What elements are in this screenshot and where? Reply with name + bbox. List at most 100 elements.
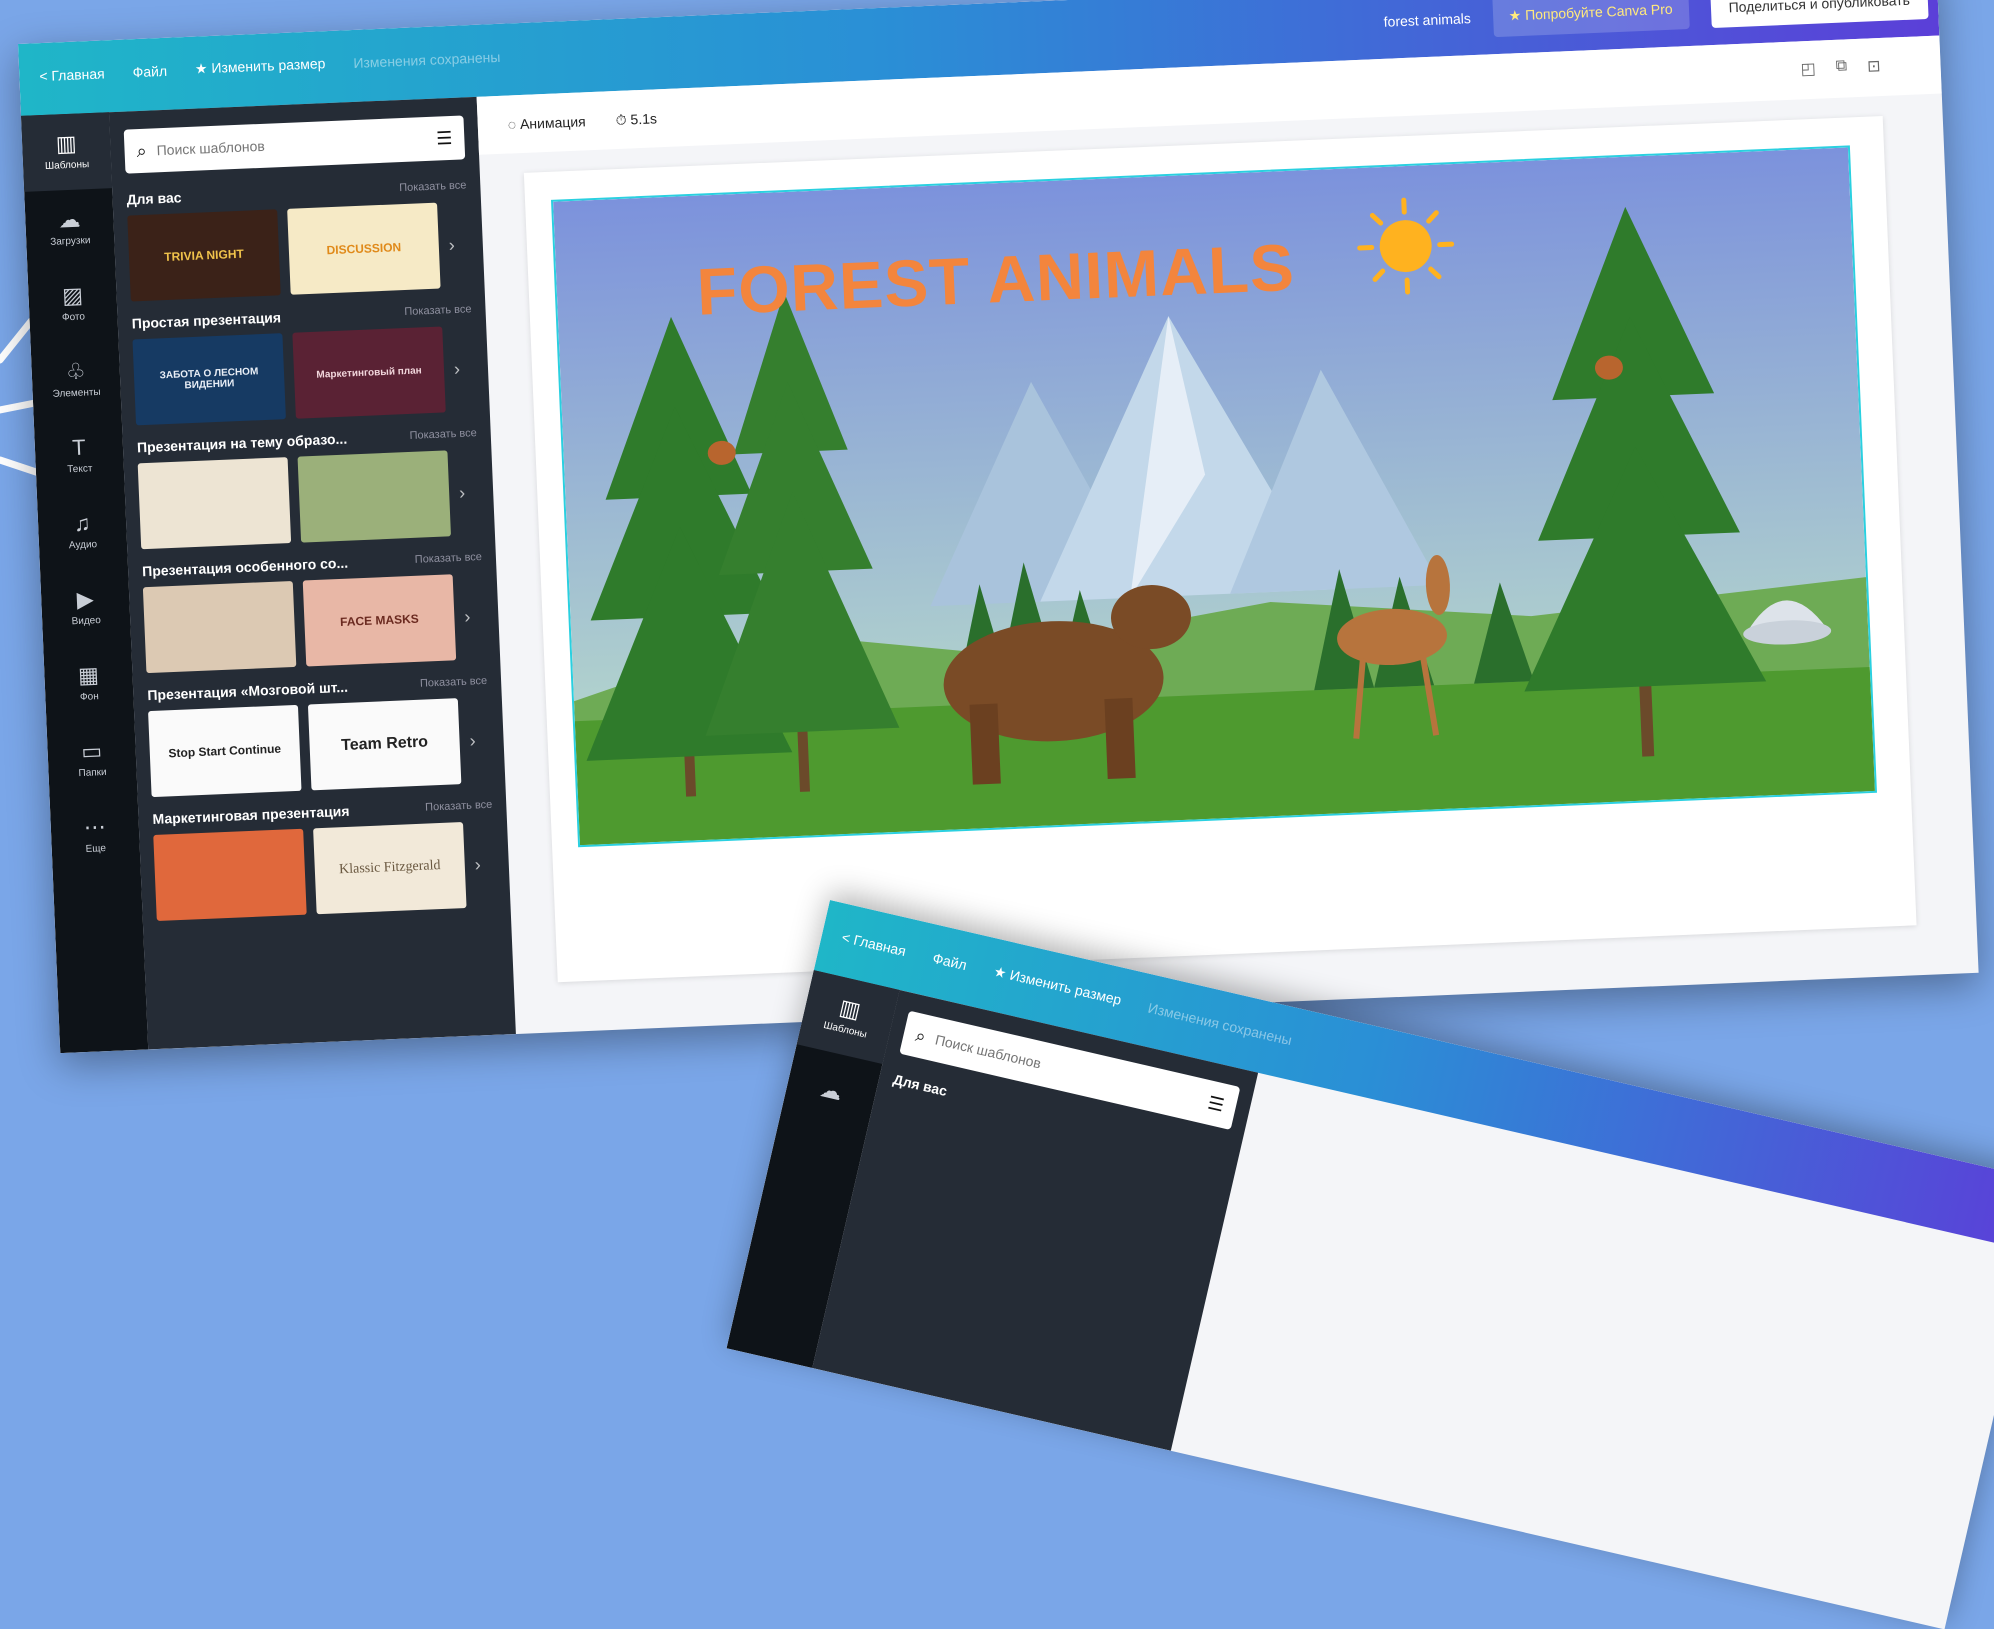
section-title: Презентация на тему образо...: [136, 430, 348, 456]
template-thumb[interactable]: Team Retro: [307, 698, 462, 791]
animation-icon: ◌: [507, 116, 517, 133]
rail-item-elements[interactable]: ♧ Элементы: [31, 340, 122, 420]
rail-item-uploads[interactable]: ☁ Загрузки: [24, 188, 115, 268]
template-thumb[interactable]: [153, 828, 307, 921]
rail-item-video[interactable]: ▶ Видео: [40, 568, 131, 648]
rail-item-audio[interactable]: ♫ Аудио: [37, 492, 128, 572]
template-thumb[interactable]: [137, 457, 292, 550]
audio-icon: ♫: [73, 510, 91, 537]
photo-icon: ▨: [61, 282, 84, 309]
section-title: Для вас: [891, 1071, 949, 1099]
rail-label: Видео: [71, 615, 102, 628]
rail-label: Шаблоны: [822, 1019, 868, 1041]
second-editor-window: < Главная Файл ★ Изменить размер Изменен…: [726, 900, 1994, 1629]
animation-button[interactable]: ◌ Анимация: [507, 113, 586, 132]
home-link[interactable]: < Главная: [840, 928, 907, 958]
rail-label: Еще: [85, 843, 107, 855]
note-icon[interactable]: ◰: [1800, 59, 1816, 80]
template-thumb[interactable]: Klassic Fitzgerald: [313, 822, 467, 915]
chevron-right-icon[interactable]: ›: [464, 606, 471, 627]
template-thumb[interactable]: ЗАБОТА О ЛЕСНОМ ВИДЕНИИ: [132, 333, 286, 426]
show-all-link[interactable]: Показать все: [415, 551, 483, 566]
background-icon: ▦: [77, 662, 100, 689]
editor-window: < Главная Файл ★ Изменить размер Изменен…: [18, 0, 1979, 1054]
resize-button[interactable]: ★ Изменить размер: [195, 55, 326, 77]
section-simple: Простая презентация Показать все ЗАБОТА О…: [117, 293, 490, 432]
rail-item-background[interactable]: ▦ Фон: [43, 644, 134, 724]
rail-label: Папки: [78, 766, 107, 780]
chevron-right-icon[interactable]: ›: [448, 234, 455, 255]
text-icon: T: [71, 434, 87, 461]
home-link[interactable]: < Главная: [39, 65, 105, 84]
rail-label: Загрузки: [49, 235, 91, 248]
more-icon: ⋯: [83, 814, 107, 840]
duplicate-icon[interactable]: ⧉: [1835, 57, 1847, 77]
canvas-area: FOREST ANIMALS: [523, 115, 1917, 983]
upload-icon: ☁: [57, 206, 81, 233]
timing-label: 5.1s: [630, 109, 658, 127]
rail-item-folders[interactable]: ▭ Папки: [46, 720, 137, 800]
add-page-icon[interactable]: ⊡: [1867, 56, 1881, 77]
show-all-link[interactable]: Показать все: [420, 675, 488, 690]
chevron-right-icon[interactable]: ›: [469, 730, 476, 751]
template-thumb[interactable]: FACE MASKS: [302, 574, 457, 667]
file-menu[interactable]: Файл: [132, 62, 167, 79]
try-pro-button[interactable]: ★ Попробуйте Canva Pro: [1491, 0, 1690, 38]
section-title: Простая презентация: [131, 309, 282, 332]
show-all-link[interactable]: Показать все: [404, 303, 472, 318]
template-thumb[interactable]: DISCUSSION: [287, 202, 441, 295]
chevron-right-icon[interactable]: ›: [454, 358, 461, 379]
page-actions: ◰ ⧉ ⊡: [1800, 56, 1881, 79]
rail-item-more[interactable]: ⋯ Еще: [50, 796, 141, 876]
saved-status: Изменения сохранены: [1146, 999, 1294, 1048]
chevron-right-icon[interactable]: ›: [474, 854, 481, 875]
rail-label: Шаблоны: [44, 159, 90, 172]
filter-icon[interactable]: ☰: [436, 127, 453, 149]
rail-item-photos[interactable]: ▨ Фото: [27, 264, 118, 344]
animation-label: Анимация: [519, 113, 587, 133]
rail-label: Аудио: [68, 539, 98, 552]
template-search[interactable]: ⌕ ☰: [123, 115, 466, 174]
resize-button[interactable]: ★ Изменить размер: [992, 963, 1123, 1009]
show-all-link[interactable]: Показать все: [425, 799, 493, 814]
section-title: Для вас: [126, 189, 182, 208]
template-thumb[interactable]: [297, 450, 451, 543]
templates-icon: ▥: [837, 994, 863, 1024]
upload-icon: ☁: [817, 1075, 845, 1106]
share-publish-button[interactable]: Поделиться и опубликовать: [1709, 0, 1929, 28]
video-icon: ▶: [76, 586, 95, 613]
templates-panel: ⌕ ☰ Для вас Показать все TRIVIA NIGHT DIS…: [108, 96, 516, 1050]
timer-icon: ⏱: [615, 111, 627, 128]
saved-status: Изменения сохранены: [353, 48, 501, 71]
design-name[interactable]: forest animals: [1383, 10, 1471, 30]
show-all-link[interactable]: Показать все: [409, 427, 477, 442]
rail-item-templates[interactable]: ▥ Шаблоны: [21, 112, 113, 192]
rail-label: Фото: [61, 311, 86, 324]
section-special: Презентация особенного со... Показать все…: [128, 540, 501, 679]
section-brainstorm: Презентация «Мозговой шт... Показать все …: [133, 664, 506, 803]
section-title: Презентация «Мозговой шт...: [147, 678, 349, 704]
templates-icon: ▥: [55, 130, 78, 157]
template-thumb[interactable]: Маркетинговый план: [292, 326, 446, 419]
section-title: Презентация особенного со...: [141, 554, 349, 580]
template-thumb[interactable]: Stop Start Continue: [148, 704, 302, 798]
template-thumb[interactable]: TRIVIA NIGHT: [127, 209, 281, 302]
elements-icon: ♧: [65, 358, 87, 385]
rail-label: Фон: [79, 691, 99, 703]
section-education: Презентация на тему образо... Показать вс…: [122, 417, 495, 556]
rail-item-text[interactable]: T Текст: [34, 416, 125, 496]
show-all-link[interactable]: Показать все: [399, 179, 467, 194]
design-canvas[interactable]: FOREST ANIMALS: [550, 145, 1877, 848]
rail-label: Текст: [67, 463, 93, 476]
filter-icon[interactable]: ☰: [1206, 1092, 1226, 1116]
section-for-you: Для вас Показать все TRIVIA NIGHT DISCUSS…: [112, 169, 485, 308]
top-nav: < Главная Файл ★ Изменить размер Изменен…: [39, 48, 501, 84]
template-thumb[interactable]: [142, 580, 297, 674]
timing-button[interactable]: ⏱ 5.1s: [615, 110, 657, 129]
section-title: Маркетинговая презентация: [152, 802, 350, 828]
file-menu[interactable]: Файл: [931, 949, 968, 972]
folder-icon: ▭: [80, 738, 103, 764]
search-icon: ⌕: [913, 1024, 929, 1047]
search-input[interactable]: [154, 129, 429, 160]
chevron-right-icon[interactable]: ›: [459, 482, 466, 503]
